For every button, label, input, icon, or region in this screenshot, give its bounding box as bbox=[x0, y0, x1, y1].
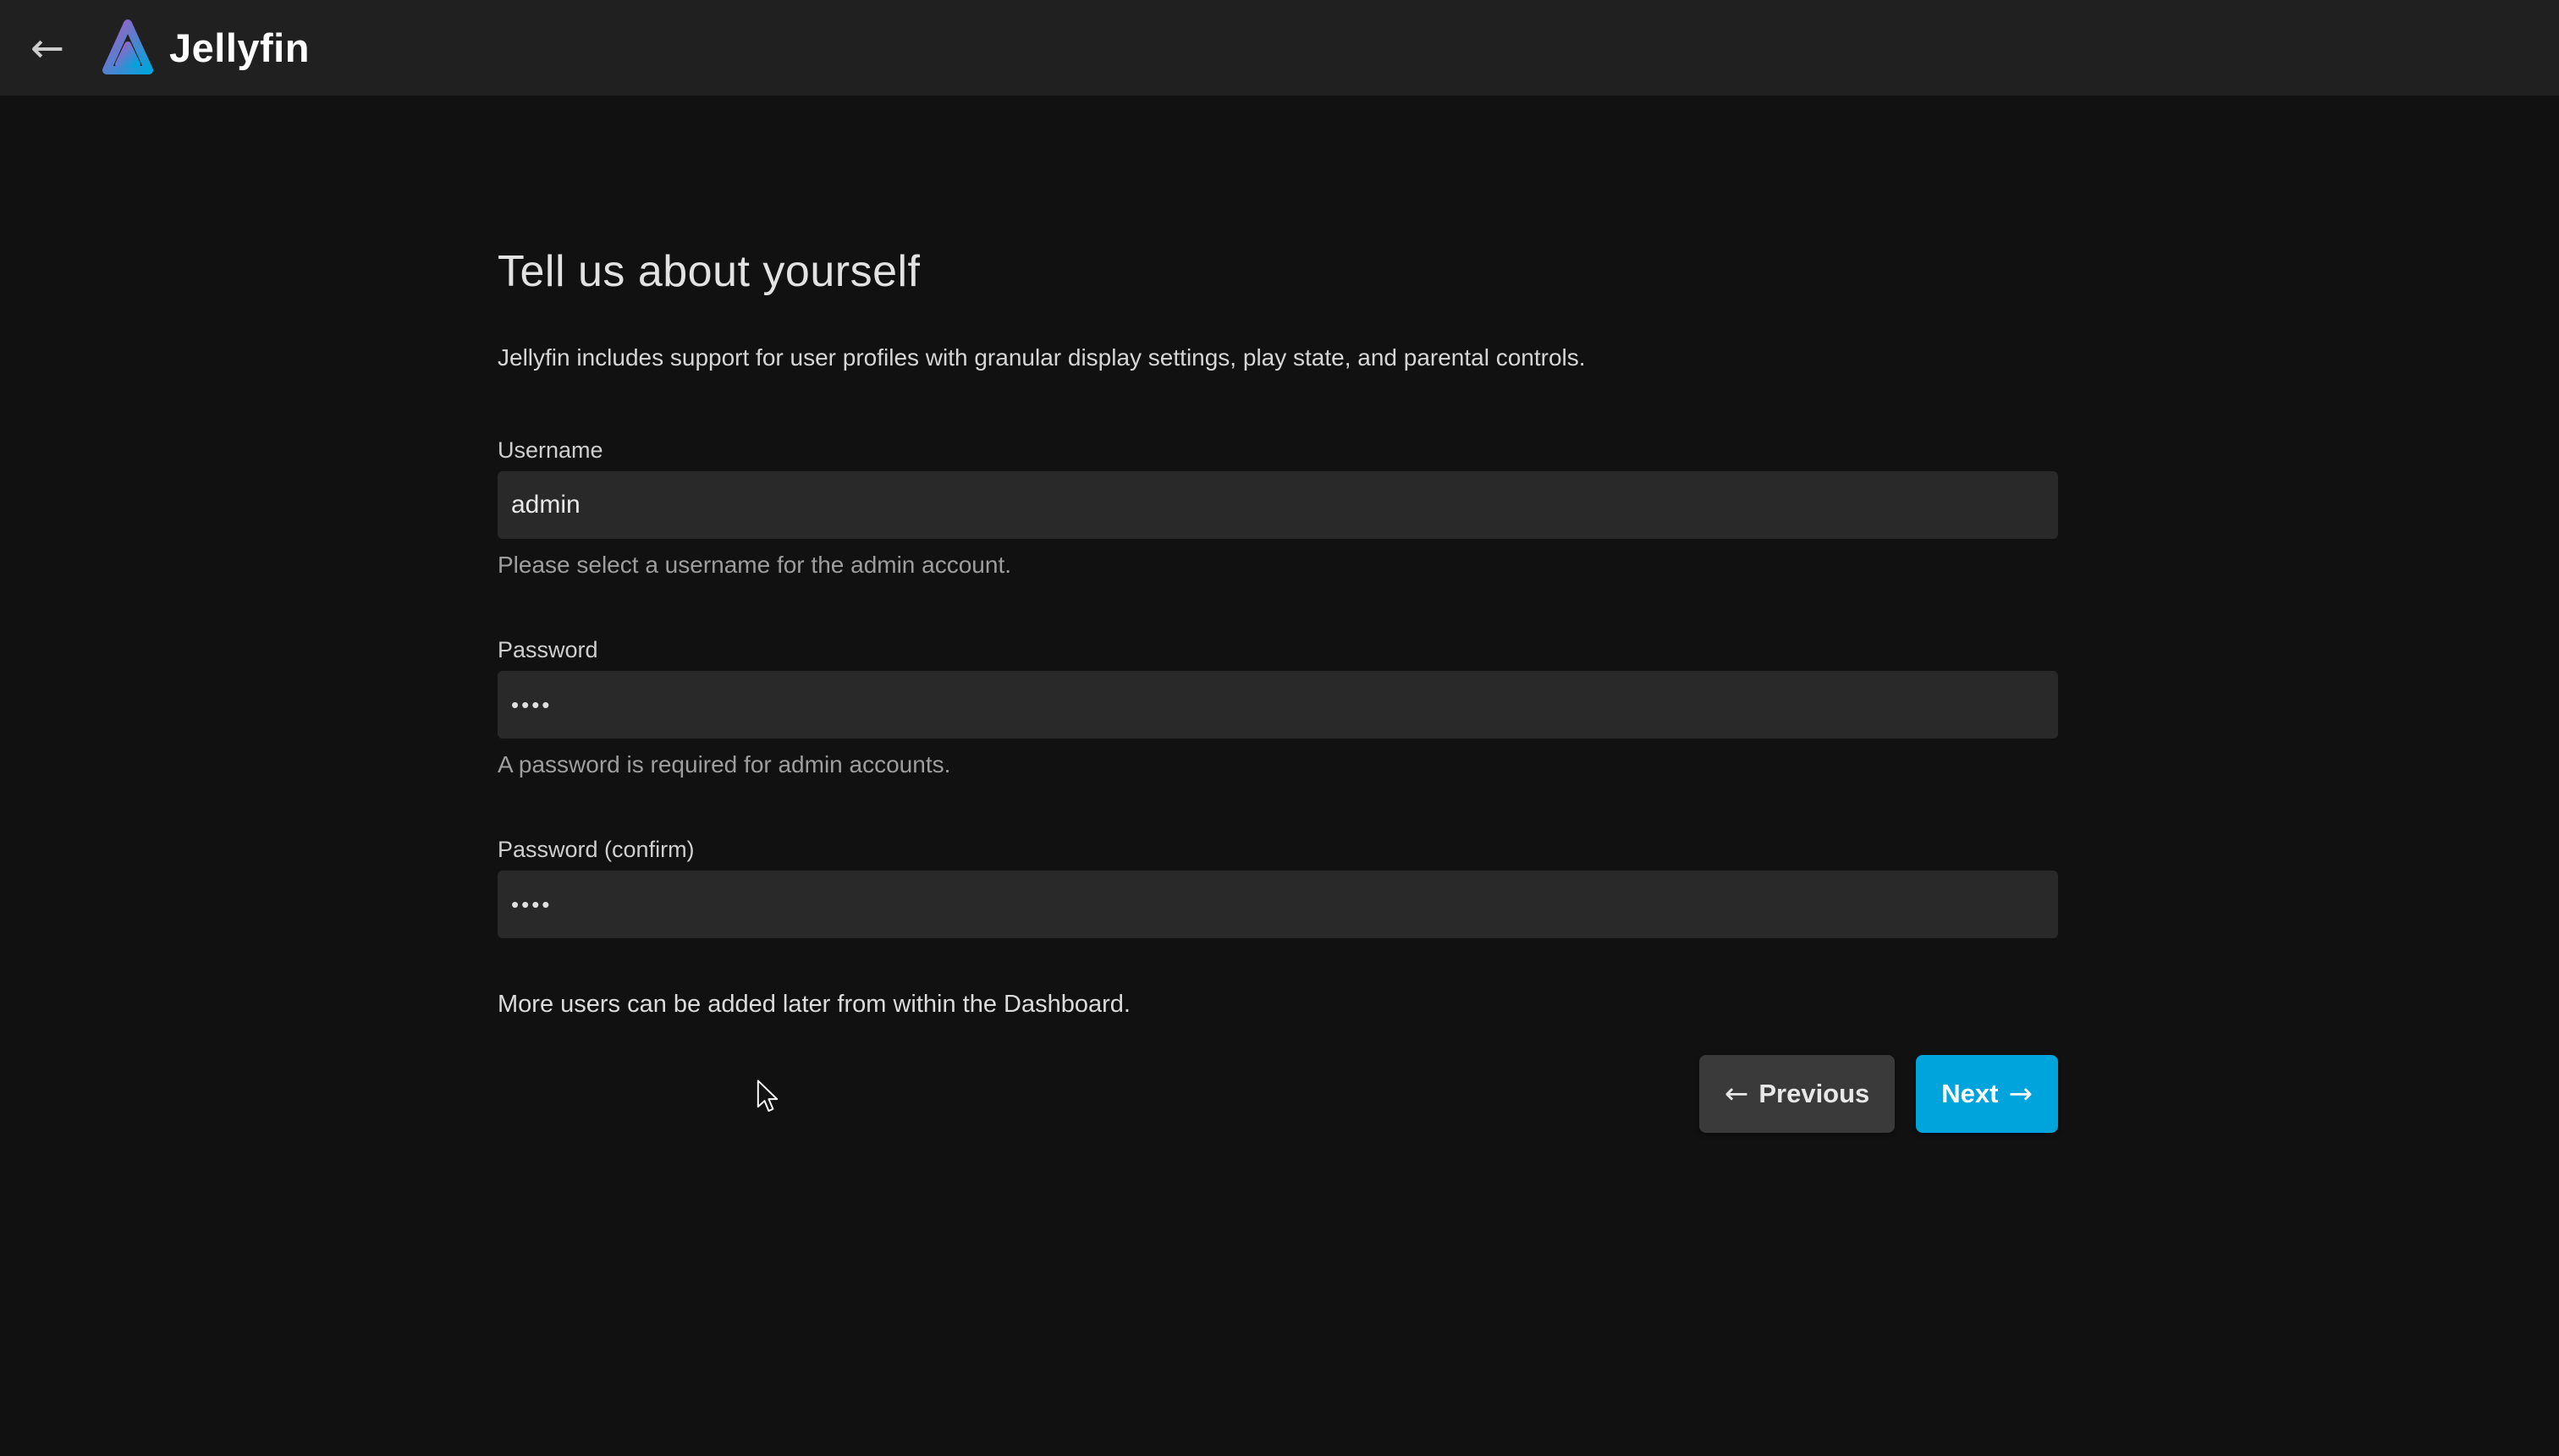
wizard-actions: ← Previous Next → bbox=[498, 1055, 2058, 1133]
password-label: Password bbox=[498, 635, 2058, 664]
username-help-text: Please select a username for the admin a… bbox=[498, 551, 2058, 580]
arrow-right-icon: → bbox=[2009, 1080, 2033, 1108]
username-input[interactable] bbox=[498, 471, 2058, 539]
back-arrow-icon: ← bbox=[30, 25, 64, 72]
app-brand: Jellyfin bbox=[100, 16, 310, 80]
previous-button-label: Previous bbox=[1758, 1079, 1869, 1109]
password-confirm-label: Password (confirm) bbox=[498, 835, 2058, 864]
password-confirm-input[interactable] bbox=[498, 871, 2058, 938]
next-button[interactable]: Next → bbox=[1916, 1055, 2058, 1133]
back-button[interactable]: ← bbox=[24, 19, 71, 78]
password-field: Password A password is required for admi… bbox=[498, 635, 2058, 779]
password-help-text: A password is required for admin account… bbox=[498, 750, 2058, 779]
arrow-left-icon: ← bbox=[1725, 1080, 1749, 1108]
previous-button[interactable]: ← Previous bbox=[1699, 1055, 1895, 1133]
username-field: Username Please select a username for th… bbox=[498, 436, 2058, 580]
username-label: Username bbox=[498, 436, 2058, 464]
page-description: Jellyfin includes support for user profi… bbox=[498, 341, 2058, 375]
jellyfin-logo-icon bbox=[100, 16, 156, 80]
password-input[interactable] bbox=[498, 671, 2058, 739]
page-title: Tell us about yourself bbox=[498, 246, 2058, 297]
next-button-label: Next bbox=[1941, 1079, 1998, 1109]
setup-wizard-page: Tell us about yourself Jellyfin includes… bbox=[498, 246, 2058, 1133]
password-confirm-field: Password (confirm) bbox=[498, 835, 2058, 938]
app-header: ← Jellyfin bbox=[0, 0, 2559, 96]
footnote-text: More users can be added later from withi… bbox=[498, 987, 2058, 1021]
app-title: Jellyfin bbox=[169, 25, 310, 71]
